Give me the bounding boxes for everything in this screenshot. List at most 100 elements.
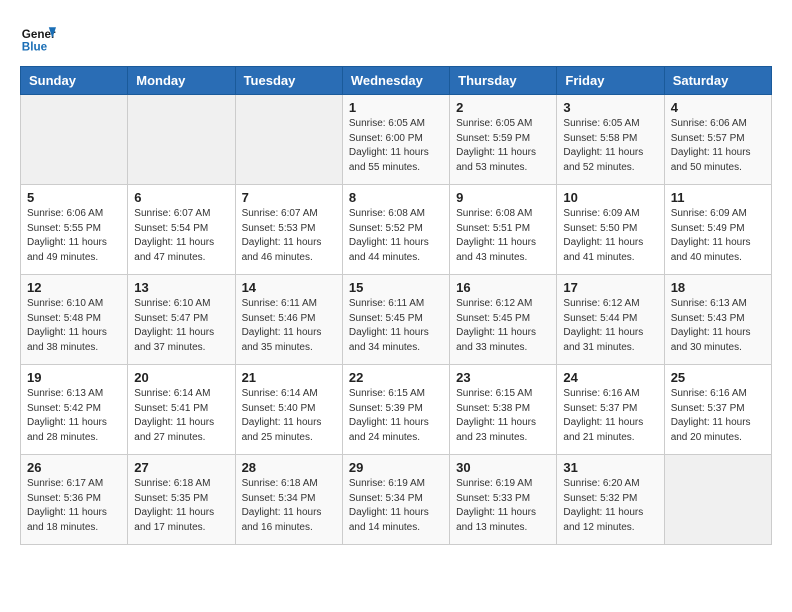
day-number: 22 [349, 370, 443, 385]
calendar-cell: 4 Sunrise: 6:06 AM Sunset: 5:57 PM Daylig… [664, 95, 771, 185]
calendar-cell: 21 Sunrise: 6:14 AM Sunset: 5:40 PM Dayli… [235, 365, 342, 455]
day-number: 10 [563, 190, 657, 205]
calendar-week-2: 5 Sunrise: 6:06 AM Sunset: 5:55 PM Daylig… [21, 185, 772, 275]
calendar-cell: 16Sunrise: 6:12 AM Sunset: 5:45 PM Dayli… [450, 275, 557, 365]
day-info: Sunrise: 6:13 AM Sunset: 5:42 PM Dayligh… [27, 387, 121, 445]
day-info: Sunrise: 6:07 AM Sunset: 5:54 PM Dayligh… [134, 207, 228, 265]
calendar-cell: 1 Sunrise: 6:05 AM Sunset: 6:00 PM Daylig… [342, 95, 449, 185]
day-number: 14 [242, 280, 336, 295]
calendar-cell: 22 Sunrise: 6:15 AM Sunset: 5:39 PM Dayli… [342, 365, 449, 455]
day-number: 4 [671, 100, 765, 115]
day-info: Sunrise: 6:15 AM Sunset: 5:38 PM Dayligh… [456, 387, 550, 445]
calendar-table: SundayMondayTuesdayWednesdayThursdayFrid… [20, 66, 772, 545]
day-number: 17 [563, 280, 657, 295]
calendar-week-1: 1 Sunrise: 6:05 AM Sunset: 6:00 PM Daylig… [21, 95, 772, 185]
calendar-week-5: 26Sunrise: 6:17 AM Sunset: 5:36 PM Dayli… [21, 455, 772, 545]
logo-icon: General Blue [20, 20, 56, 56]
day-number: 8 [349, 190, 443, 205]
day-number: 25 [671, 370, 765, 385]
day-info: Sunrise: 6:20 AM Sunset: 5:32 PM Dayligh… [563, 477, 657, 535]
day-info: Sunrise: 6:18 AM Sunset: 5:34 PM Dayligh… [242, 477, 336, 535]
calendar-cell: 31 Sunrise: 6:20 AM Sunset: 5:32 PM Dayli… [557, 455, 664, 545]
calendar-cell: 3Sunrise: 6:05 AM Sunset: 5:58 PM Daylig… [557, 95, 664, 185]
weekday-header-thursday: Thursday [450, 67, 557, 95]
day-info: Sunrise: 6:15 AM Sunset: 5:39 PM Dayligh… [349, 387, 443, 445]
day-number: 1 [349, 100, 443, 115]
day-number: 24 [563, 370, 657, 385]
day-info: Sunrise: 6:07 AM Sunset: 5:53 PM Dayligh… [242, 207, 336, 265]
day-number: 30 [456, 460, 550, 475]
day-number: 28 [242, 460, 336, 475]
calendar-cell: 12 Sunrise: 6:10 AM Sunset: 5:48 PM Dayli… [21, 275, 128, 365]
day-info: Sunrise: 6:16 AM Sunset: 5:37 PM Dayligh… [671, 387, 765, 445]
day-number: 7 [242, 190, 336, 205]
calendar-cell [128, 95, 235, 185]
day-info: Sunrise: 6:14 AM Sunset: 5:41 PM Dayligh… [134, 387, 228, 445]
calendar-cell: 13 Sunrise: 6:10 AM Sunset: 5:47 PM Dayli… [128, 275, 235, 365]
day-info: Sunrise: 6:12 AM Sunset: 5:44 PM Dayligh… [563, 297, 657, 355]
day-info: Sunrise: 6:06 AM Sunset: 5:55 PM Dayligh… [27, 207, 121, 265]
calendar-cell: 30 Sunrise: 6:19 AM Sunset: 5:33 PM Dayli… [450, 455, 557, 545]
day-info: Sunrise: 6:09 AM Sunset: 5:50 PM Dayligh… [563, 207, 657, 265]
calendar-cell: 6 Sunrise: 6:07 AM Sunset: 5:54 PM Daylig… [128, 185, 235, 275]
weekday-header-wednesday: Wednesday [342, 67, 449, 95]
day-number: 23 [456, 370, 550, 385]
calendar-cell: 28 Sunrise: 6:18 AM Sunset: 5:34 PM Dayli… [235, 455, 342, 545]
day-info: Sunrise: 6:11 AM Sunset: 5:46 PM Dayligh… [242, 297, 336, 355]
calendar-cell: 23 Sunrise: 6:15 AM Sunset: 5:38 PM Dayli… [450, 365, 557, 455]
calendar-cell: 14 Sunrise: 6:11 AM Sunset: 5:46 PM Dayli… [235, 275, 342, 365]
day-number: 21 [242, 370, 336, 385]
day-info: Sunrise: 6:10 AM Sunset: 5:47 PM Dayligh… [134, 297, 228, 355]
weekday-header-row: SundayMondayTuesdayWednesdayThursdayFrid… [21, 67, 772, 95]
day-info: Sunrise: 6:19 AM Sunset: 5:34 PM Dayligh… [349, 477, 443, 535]
page-header: General Blue [20, 20, 772, 56]
calendar-cell: 17 Sunrise: 6:12 AM Sunset: 5:44 PM Dayli… [557, 275, 664, 365]
day-number: 11 [671, 190, 765, 205]
calendar-cell: 27 Sunrise: 6:18 AM Sunset: 5:35 PM Dayli… [128, 455, 235, 545]
day-number: 15 [349, 280, 443, 295]
day-number: 16 [456, 280, 550, 295]
day-info: Sunrise: 6:14 AM Sunset: 5:40 PM Dayligh… [242, 387, 336, 445]
day-number: 31 [563, 460, 657, 475]
calendar-cell: 29 Sunrise: 6:19 AM Sunset: 5:34 PM Dayli… [342, 455, 449, 545]
day-info: Sunrise: 6:10 AM Sunset: 5:48 PM Dayligh… [27, 297, 121, 355]
day-info: Sunrise: 6:19 AM Sunset: 5:33 PM Dayligh… [456, 477, 550, 535]
day-number: 13 [134, 280, 228, 295]
day-number: 12 [27, 280, 121, 295]
calendar-cell: 7 Sunrise: 6:07 AM Sunset: 5:53 PM Daylig… [235, 185, 342, 275]
day-info: Sunrise: 6:05 AM Sunset: 6:00 PM Dayligh… [349, 117, 443, 175]
day-info: Sunrise: 6:05 AM Sunset: 5:59 PM Dayligh… [456, 117, 550, 175]
day-info: Sunrise: 6:13 AM Sunset: 5:43 PM Dayligh… [671, 297, 765, 355]
calendar-cell: 20Sunrise: 6:14 AM Sunset: 5:41 PM Dayli… [128, 365, 235, 455]
day-info: Sunrise: 6:18 AM Sunset: 5:35 PM Dayligh… [134, 477, 228, 535]
calendar-cell: 9Sunrise: 6:08 AM Sunset: 5:51 PM Daylig… [450, 185, 557, 275]
calendar-cell: 5 Sunrise: 6:06 AM Sunset: 5:55 PM Daylig… [21, 185, 128, 275]
day-number: 29 [349, 460, 443, 475]
day-number: 26 [27, 460, 121, 475]
day-number: 6 [134, 190, 228, 205]
calendar-cell: 11 Sunrise: 6:09 AM Sunset: 5:49 PM Dayli… [664, 185, 771, 275]
day-number: 2 [456, 100, 550, 115]
day-info: Sunrise: 6:06 AM Sunset: 5:57 PM Dayligh… [671, 117, 765, 175]
calendar-cell: 25 Sunrise: 6:16 AM Sunset: 5:37 PM Dayli… [664, 365, 771, 455]
calendar-cell: 8 Sunrise: 6:08 AM Sunset: 5:52 PM Daylig… [342, 185, 449, 275]
weekday-header-saturday: Saturday [664, 67, 771, 95]
day-info: Sunrise: 6:09 AM Sunset: 5:49 PM Dayligh… [671, 207, 765, 265]
calendar-week-4: 19 Sunrise: 6:13 AM Sunset: 5:42 PM Dayli… [21, 365, 772, 455]
logo: General Blue [20, 20, 60, 56]
weekday-header-sunday: Sunday [21, 67, 128, 95]
calendar-cell: 24Sunrise: 6:16 AM Sunset: 5:37 PM Dayli… [557, 365, 664, 455]
day-info: Sunrise: 6:08 AM Sunset: 5:52 PM Dayligh… [349, 207, 443, 265]
day-number: 19 [27, 370, 121, 385]
day-number: 9 [456, 190, 550, 205]
weekday-header-friday: Friday [557, 67, 664, 95]
calendar-cell: 15Sunrise: 6:11 AM Sunset: 5:45 PM Dayli… [342, 275, 449, 365]
day-number: 3 [563, 100, 657, 115]
day-number: 27 [134, 460, 228, 475]
calendar-cell: 19 Sunrise: 6:13 AM Sunset: 5:42 PM Dayli… [21, 365, 128, 455]
calendar-cell: 26Sunrise: 6:17 AM Sunset: 5:36 PM Dayli… [21, 455, 128, 545]
svg-text:Blue: Blue [22, 41, 48, 54]
calendar-cell: 18Sunrise: 6:13 AM Sunset: 5:43 PM Dayli… [664, 275, 771, 365]
weekday-header-tuesday: Tuesday [235, 67, 342, 95]
day-number: 5 [27, 190, 121, 205]
